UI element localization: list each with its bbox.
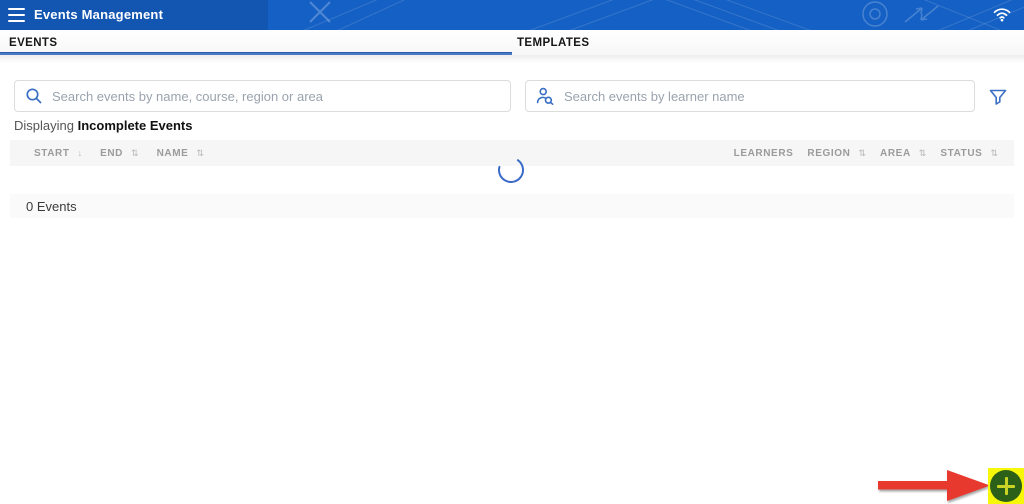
search-learner-box — [525, 80, 975, 112]
column-header-status[interactable]: STATUS ⇅ — [940, 148, 998, 159]
app-header: Events Management — [0, 0, 1024, 30]
loading-spinner — [498, 157, 524, 183]
events-table-footer: 0 Events — [10, 194, 1014, 218]
sort-both-icon[interactable]: ⇅ — [196, 148, 204, 158]
column-header-region[interactable]: REGION ⇅ — [807, 148, 866, 159]
sort-both-icon[interactable]: ⇅ — [858, 148, 866, 158]
sort-both-icon[interactable]: ⇅ — [919, 148, 927, 158]
displaying-prefix: Displaying — [14, 118, 74, 133]
column-header-name[interactable]: NAME ⇅ — [157, 148, 204, 159]
page-title: Events Management — [34, 7, 164, 22]
tabbar-shadow — [0, 55, 1024, 63]
sort-both-icon[interactable]: ⇅ — [131, 148, 139, 158]
column-header-end[interactable]: END ⇅ — [100, 148, 138, 159]
sort-desc-icon[interactable]: ↓ — [78, 148, 83, 158]
wifi-status-icon — [993, 8, 1011, 22]
events-count: 0 Events — [26, 198, 77, 214]
add-event-button[interactable] — [990, 470, 1022, 502]
plus-icon — [1004, 477, 1008, 495]
search-learner-input[interactable] — [564, 88, 974, 104]
tab-events-label: EVENTS — [9, 36, 58, 49]
hamburger-menu-icon[interactable] — [8, 8, 25, 22]
search-icon — [26, 88, 42, 104]
active-tab-indicator — [0, 52, 512, 55]
tab-templates[interactable]: TEMPLATES — [512, 30, 1024, 55]
displaying-filter-name: Incomplete Events — [77, 118, 193, 133]
column-header-area[interactable]: AREA ⇅ — [880, 148, 926, 159]
column-header-start[interactable]: START ↓ — [34, 148, 82, 159]
filter-icon[interactable] — [986, 85, 1010, 109]
displaying-status: Displaying Incomplete Events — [14, 118, 192, 133]
tab-templates-label: TEMPLATES — [517, 36, 590, 49]
column-header-learners: LEARNERS — [733, 147, 794, 159]
person-search-icon — [536, 87, 554, 105]
annotation-highlight-box — [988, 468, 1024, 504]
annotation-arrow — [878, 470, 990, 501]
sort-both-icon[interactable]: ⇅ — [990, 148, 998, 158]
search-events-input[interactable] — [52, 88, 510, 104]
app-window: Events Management EVENTS TEMPLATES Searc… — [0, 0, 1024, 504]
search-events-box — [14, 80, 511, 112]
